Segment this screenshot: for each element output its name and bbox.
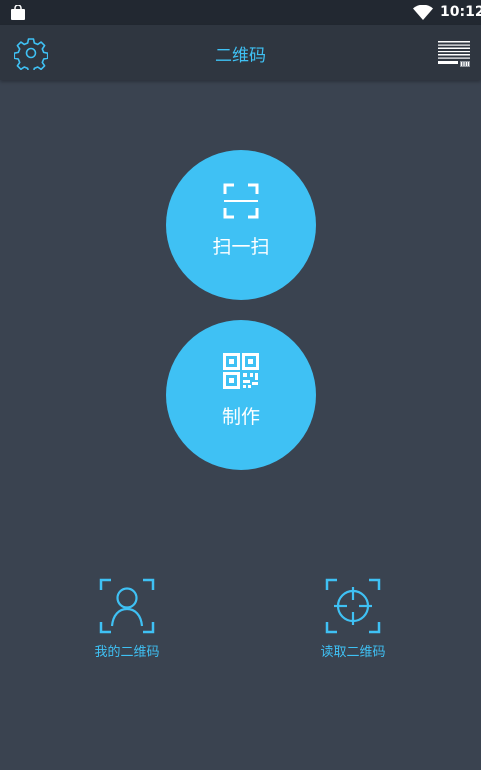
status-bar: 10:12 bbox=[0, 0, 481, 25]
my-qr-code-button[interactable]: 我的二维码 bbox=[67, 578, 187, 668]
read-qr-code-button[interactable]: 读取二维码 bbox=[293, 578, 413, 668]
make-qr-button[interactable]: 制作 bbox=[166, 320, 316, 470]
read-qr-code-label: 读取二维码 bbox=[320, 645, 386, 660]
scan-button[interactable]: 扫一扫 bbox=[166, 150, 316, 300]
scan-frame-icon bbox=[223, 183, 259, 219]
barcode-menu-icon[interactable] bbox=[436, 39, 472, 69]
make-qr-button-label: 制作 bbox=[221, 406, 260, 428]
qr-code-icon bbox=[223, 353, 259, 389]
scan-button-label: 扫一扫 bbox=[212, 236, 270, 258]
user-frame-icon bbox=[99, 578, 155, 634]
crosshair-frame-icon bbox=[325, 578, 381, 634]
wifi-icon bbox=[413, 5, 433, 20]
my-qr-code-label: 我的二维码 bbox=[94, 645, 160, 660]
page-title: 二维码 bbox=[215, 46, 266, 66]
status-time: 10:12 bbox=[440, 4, 481, 20]
app-bar: 二维码 bbox=[0, 25, 481, 80]
shopping-bag-icon bbox=[11, 5, 25, 20]
